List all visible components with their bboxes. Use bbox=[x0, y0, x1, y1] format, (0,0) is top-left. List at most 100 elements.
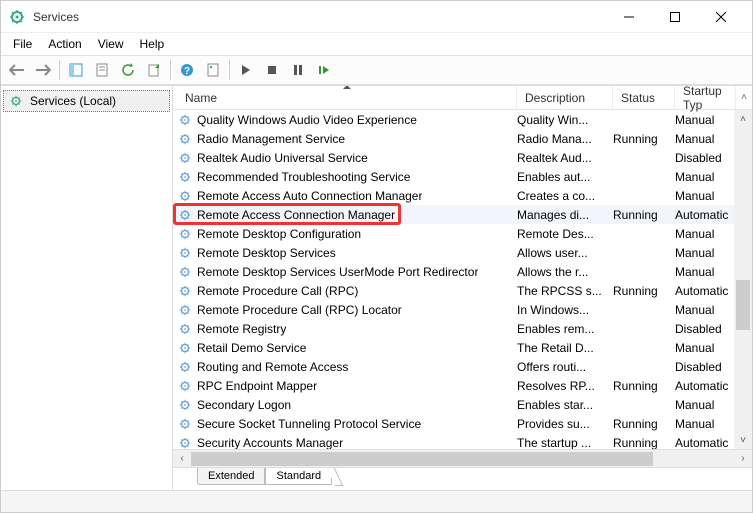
toolbar-separator bbox=[229, 60, 230, 80]
service-status: Running bbox=[613, 417, 675, 431]
body-area: Services (Local) Name Description Status… bbox=[1, 85, 752, 490]
toolbar-separator bbox=[170, 60, 171, 80]
gear-icon bbox=[177, 340, 193, 356]
service-name: Remote Access Auto Connection Manager bbox=[197, 189, 422, 203]
service-row[interactable]: Remote Desktop Services UserMode Port Re… bbox=[173, 262, 752, 281]
console-tree[interactable]: Services (Local) bbox=[1, 86, 173, 490]
svg-text:?: ? bbox=[184, 66, 190, 77]
service-row[interactable]: Routing and Remote AccessOffers routi...… bbox=[173, 357, 752, 376]
service-row[interactable]: Quality Windows Audio Video ExperienceQu… bbox=[173, 110, 752, 129]
service-row[interactable]: Remote Procedure Call (RPC) Locator In Wi… bbox=[173, 300, 752, 319]
service-name: Retail Demo Service bbox=[197, 341, 306, 355]
scroll-right-button[interactable]: › bbox=[734, 450, 752, 468]
service-description: Allows the r... bbox=[517, 265, 613, 279]
scroll-track[interactable] bbox=[191, 450, 734, 468]
scroll-down-button[interactable]: ˅ bbox=[734, 431, 752, 449]
service-name: Remote Desktop Configuration bbox=[197, 227, 361, 241]
menu-view[interactable]: View bbox=[90, 35, 132, 53]
menu-file[interactable]: File bbox=[5, 35, 40, 53]
service-status: Running bbox=[613, 132, 675, 146]
service-name: Remote Desktop Services UserMode Port Re… bbox=[197, 265, 478, 279]
gear-icon bbox=[177, 302, 193, 318]
service-row[interactable]: RPC Endpoint MapperResolves RP...Running… bbox=[173, 376, 752, 395]
service-row[interactable]: Secondary LogonEnables star...Manual bbox=[173, 395, 752, 414]
forward-button[interactable] bbox=[31, 58, 55, 82]
service-name: Remote Procedure Call (RPC) bbox=[197, 284, 358, 298]
gear-icon bbox=[177, 359, 193, 375]
gear-icon bbox=[177, 150, 193, 166]
service-row[interactable]: Remote Access Connection ManagerManages … bbox=[173, 205, 752, 224]
about-button[interactable] bbox=[201, 58, 225, 82]
service-row[interactable]: Remote Access Auto Connection ManagerCre… bbox=[173, 186, 752, 205]
service-row[interactable]: Remote RegistryEnables rem...Disabled bbox=[173, 319, 752, 338]
restart-service-button[interactable] bbox=[312, 58, 336, 82]
service-status: Running bbox=[613, 284, 675, 298]
menu-action[interactable]: Action bbox=[40, 35, 89, 53]
gear-icon bbox=[177, 245, 193, 261]
properties-button[interactable] bbox=[90, 58, 114, 82]
window-controls bbox=[606, 2, 744, 32]
close-button[interactable] bbox=[698, 2, 744, 32]
maximize-button[interactable] bbox=[652, 2, 698, 32]
service-row[interactable]: Remote Desktop ServicesAllows user...Man… bbox=[173, 243, 752, 262]
service-name: Remote Desktop Services bbox=[197, 246, 336, 260]
start-service-button[interactable] bbox=[234, 58, 258, 82]
service-description: Manages di... bbox=[517, 208, 613, 222]
gear-icon bbox=[177, 435, 193, 450]
column-header-name[interactable]: Name bbox=[177, 86, 517, 109]
scroll-up-button[interactable]: ˄ bbox=[734, 110, 752, 128]
service-name: Remote Procedure Call (RPC) Locator bbox=[197, 303, 402, 317]
gear-icon bbox=[177, 378, 193, 394]
tree-item-services-local[interactable]: Services (Local) bbox=[3, 90, 170, 112]
grid-body[interactable]: Quality Windows Audio Video ExperienceQu… bbox=[173, 110, 752, 449]
stop-service-button[interactable] bbox=[260, 58, 284, 82]
export-button[interactable] bbox=[142, 58, 166, 82]
vertical-scrollbar[interactable]: ˄ ˅ bbox=[734, 110, 752, 449]
show-hide-tree-button[interactable] bbox=[64, 58, 88, 82]
service-name: Radio Management Service bbox=[197, 132, 345, 146]
gear-icon bbox=[177, 264, 193, 280]
service-description: Enables rem... bbox=[517, 322, 613, 336]
service-row[interactable]: Recommended Troubleshooting ServiceEnabl… bbox=[173, 167, 752, 186]
sort-ascending-icon bbox=[343, 86, 351, 89]
scroll-left-button[interactable]: ‹ bbox=[173, 450, 191, 468]
services-window: Services File Action View Help ? bbox=[0, 0, 753, 513]
gear-icon bbox=[177, 321, 193, 337]
scroll-thumb[interactable] bbox=[736, 280, 750, 330]
column-header-startup-type[interactable]: Startup Typ bbox=[675, 86, 736, 109]
scroll-up-icon[interactable]: ˄ bbox=[736, 86, 752, 109]
service-row[interactable]: Realtek Audio Universal ServiceRealtek A… bbox=[173, 148, 752, 167]
service-description: Resolves RP... bbox=[517, 379, 613, 393]
toolbar: ? bbox=[1, 55, 752, 85]
service-row[interactable]: Remote Procedure Call (RPC)The RPCSS s..… bbox=[173, 281, 752, 300]
back-button[interactable] bbox=[5, 58, 29, 82]
service-description: Quality Win... bbox=[517, 113, 613, 127]
tab-extended[interactable]: Extended bbox=[197, 468, 265, 485]
tab-standard[interactable]: Standard bbox=[265, 468, 332, 485]
column-header-description[interactable]: Description bbox=[517, 86, 613, 109]
service-row[interactable]: Security Accounts ManagerThe startup ...… bbox=[173, 433, 752, 449]
pause-service-button[interactable] bbox=[286, 58, 310, 82]
service-row[interactable]: Secure Socket Tunneling Protocol Service… bbox=[173, 414, 752, 433]
service-description: In Windows... bbox=[517, 303, 613, 317]
service-description: Realtek Aud... bbox=[517, 151, 613, 165]
service-status: Running bbox=[613, 208, 675, 222]
service-row[interactable]: Radio Management Service Radio Mana...Run… bbox=[173, 129, 752, 148]
gear-icon bbox=[177, 397, 193, 413]
help-button[interactable]: ? bbox=[175, 58, 199, 82]
tree-item-label: Services (Local) bbox=[30, 94, 116, 108]
scroll-track[interactable] bbox=[734, 128, 752, 431]
service-name: Secondary Logon bbox=[197, 398, 291, 412]
gear-icon bbox=[177, 207, 193, 223]
column-header-status[interactable]: Status bbox=[613, 86, 675, 109]
horizontal-scrollbar[interactable]: ‹ › bbox=[173, 449, 752, 467]
toolbar-separator bbox=[59, 60, 60, 80]
service-row[interactable]: Retail Demo ServiceThe Retail D...Manual bbox=[173, 338, 752, 357]
minimize-button[interactable] bbox=[606, 2, 652, 32]
scroll-thumb[interactable] bbox=[191, 452, 653, 466]
service-description: Radio Mana... bbox=[517, 132, 613, 146]
refresh-button[interactable] bbox=[116, 58, 140, 82]
titlebar: Services bbox=[1, 1, 752, 33]
menu-help[interactable]: Help bbox=[132, 35, 173, 53]
service-row[interactable]: Remote Desktop ConfigurationRemote Des..… bbox=[173, 224, 752, 243]
